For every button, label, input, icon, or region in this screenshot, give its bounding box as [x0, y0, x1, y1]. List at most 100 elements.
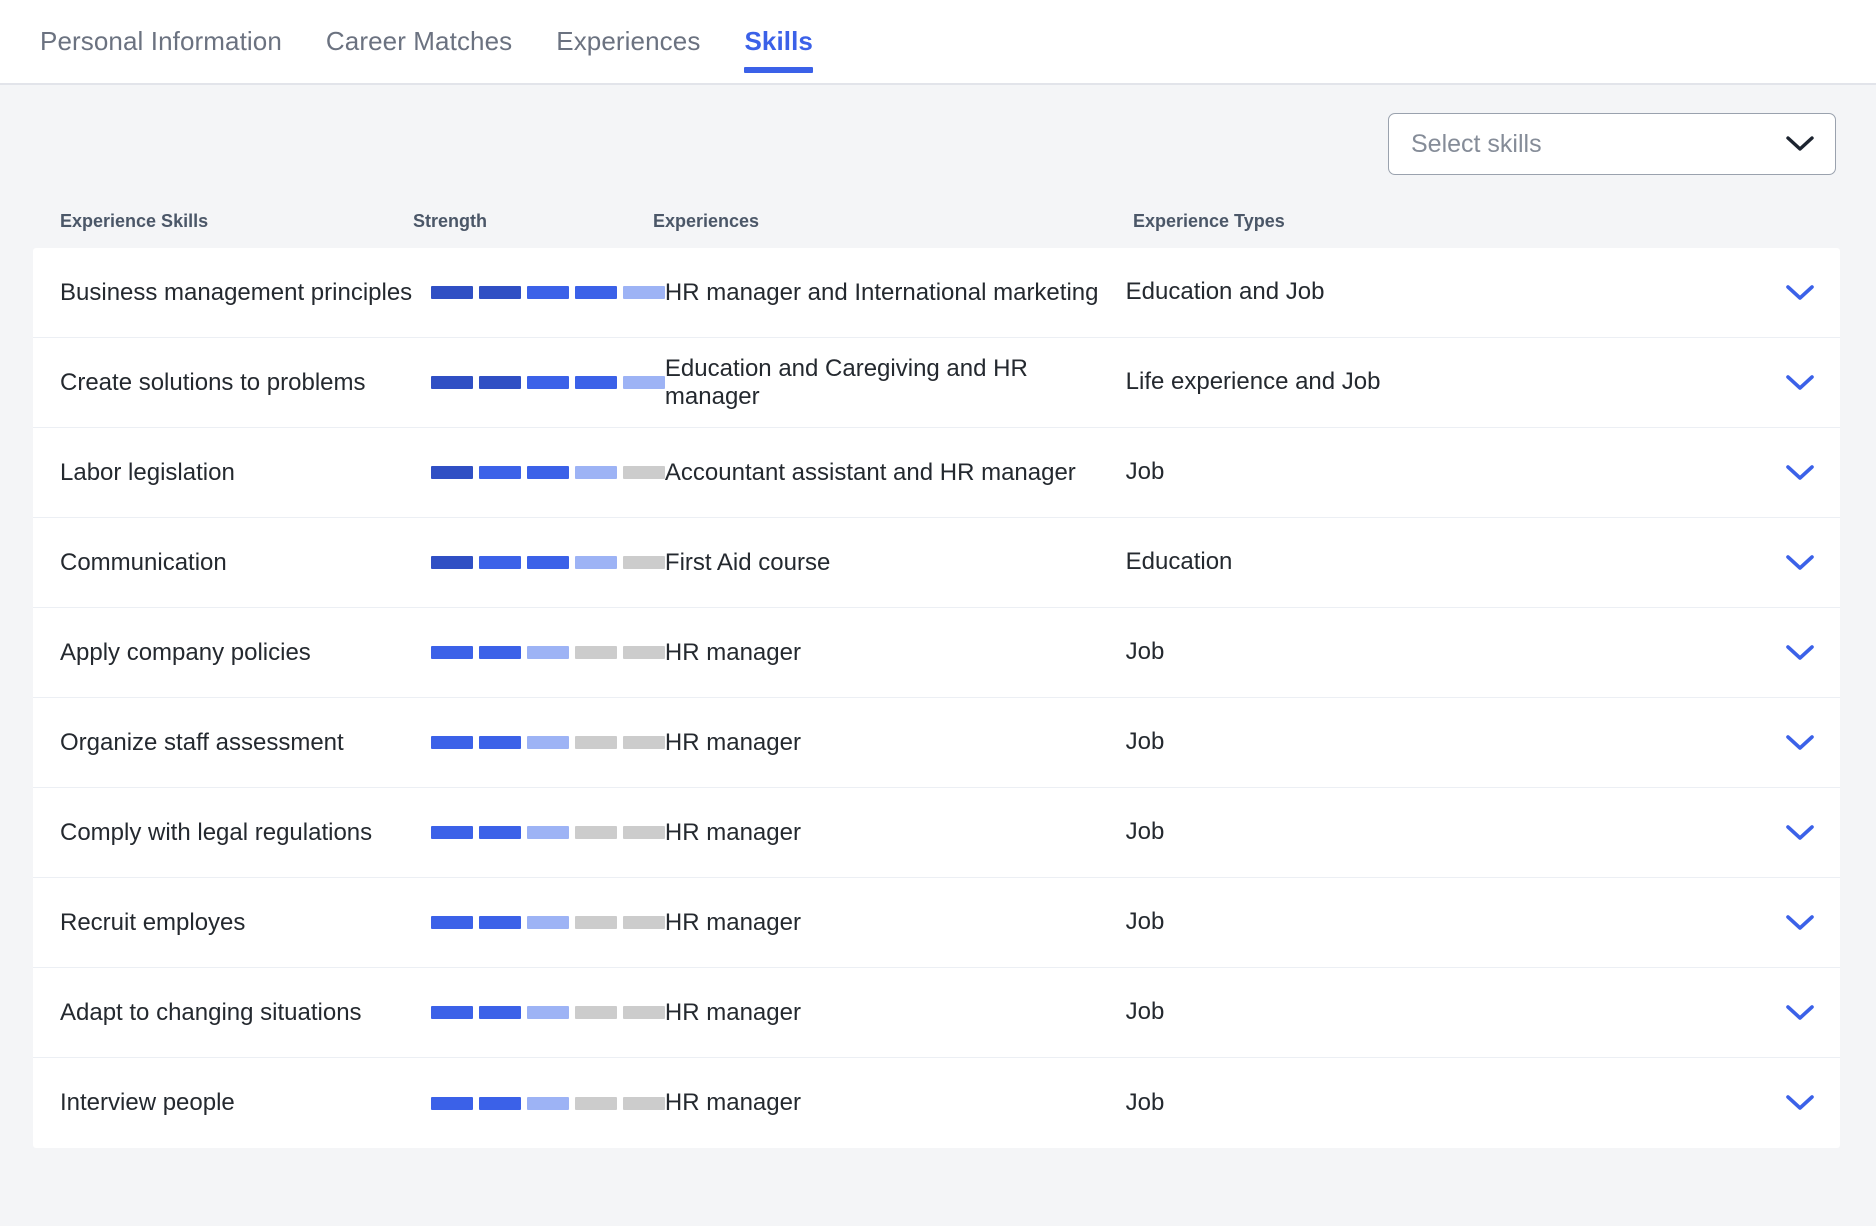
- skill-name: Adapt to changing situations: [60, 998, 362, 1026]
- strength-segment: [478, 556, 521, 569]
- table-row[interactable]: Interview people HR manager Job: [33, 1058, 1840, 1148]
- tab-label: Personal Information: [40, 26, 282, 56]
- table-row[interactable]: Apply company policies HR manager Job: [33, 608, 1840, 698]
- tab-skills[interactable]: Skills: [722, 26, 835, 83]
- strength-segment: [622, 286, 665, 299]
- table-row[interactable]: Adapt to changing situations HR manager Jo…: [33, 968, 1840, 1058]
- strength-meter: [430, 1006, 665, 1019]
- experience-type-value: Job: [1125, 818, 1165, 846]
- experiences-value: HR manager: [664, 1089, 801, 1116]
- strength-segment: [526, 1096, 569, 1110]
- skill-name: Create solutions to problems: [60, 368, 366, 396]
- main-tabbar: Personal Information Career Matches Expe…: [0, 0, 1876, 85]
- row-expand-chevron-down-icon[interactable]: [1760, 644, 1840, 662]
- strength-segment: [574, 1096, 617, 1110]
- strength-segment: [478, 736, 521, 749]
- strength-segment: [526, 826, 569, 839]
- experience-type-value: Education: [1125, 548, 1233, 576]
- skills-table: Business management principles HR manager…: [33, 248, 1840, 1148]
- tab-experiences[interactable]: Experiences: [534, 26, 722, 83]
- table-row[interactable]: Labor legislation Accountant assistant an…: [33, 428, 1840, 518]
- tab-personal-information[interactable]: Personal Information: [18, 26, 304, 83]
- strength-segment: [622, 736, 665, 749]
- experience-type-value: Education and Job: [1125, 278, 1325, 306]
- strength-segment: [574, 466, 617, 479]
- row-expand-chevron-down-icon[interactable]: [1760, 914, 1840, 932]
- skill-name: Business management principles: [60, 278, 413, 306]
- strength-segment: [430, 826, 473, 839]
- experiences-value: Accountant assistant and HR manager: [664, 458, 1076, 486]
- chevron-down-icon: [1785, 135, 1815, 153]
- experience-type-value: Job: [1125, 998, 1165, 1026]
- select-skills-dropdown[interactable]: Select skills: [1388, 113, 1836, 175]
- experience-type-value: Job: [1125, 908, 1165, 936]
- experiences-value: HR manager and International marketing: [664, 278, 1099, 306]
- strength-segment: [622, 646, 665, 659]
- strength-segment: [478, 826, 521, 839]
- strength-meter: [430, 916, 665, 929]
- strength-segment: [622, 826, 665, 839]
- table-row[interactable]: Comply with legal regulations HR manager J…: [33, 788, 1840, 878]
- strength-segment: [430, 916, 473, 929]
- strength-segment: [526, 466, 569, 479]
- row-expand-chevron-down-icon[interactable]: [1760, 374, 1840, 392]
- strength-meter: [430, 1096, 665, 1110]
- strength-meter: [430, 736, 665, 749]
- strength-segment: [574, 1006, 617, 1019]
- strength-segment: [430, 556, 473, 569]
- row-expand-chevron-down-icon[interactable]: [1760, 1004, 1840, 1022]
- strength-segment: [526, 376, 569, 389]
- experience-type-value: Job: [1125, 1088, 1165, 1116]
- row-expand-chevron-down-icon[interactable]: [1760, 1094, 1840, 1112]
- strength-segment: [622, 556, 665, 569]
- header-strength: Strength: [413, 211, 487, 231]
- strength-segment: [478, 1006, 521, 1019]
- strength-meter: [430, 376, 665, 389]
- strength-segment: [478, 376, 521, 389]
- strength-segment: [622, 376, 665, 389]
- experience-type-value: Job: [1125, 728, 1165, 756]
- strength-segment: [430, 286, 473, 299]
- skill-name: Recruit employes: [60, 908, 246, 936]
- table-column-headers: Experience Skills Strength Experiences E…: [0, 175, 1876, 248]
- strength-segment: [526, 646, 569, 659]
- strength-meter: [430, 286, 665, 299]
- table-row[interactable]: Recruit employes HR manager Job: [33, 878, 1840, 968]
- skill-name: Interview people: [60, 1089, 235, 1116]
- table-row[interactable]: Create solutions to problems Education an…: [33, 338, 1840, 428]
- row-expand-chevron-down-icon[interactable]: [1760, 554, 1840, 572]
- strength-segment: [430, 466, 473, 479]
- experiences-value: Education and Caregiving and HR manager: [664, 354, 1028, 410]
- strength-segment: [430, 376, 473, 389]
- strength-segment: [478, 916, 521, 929]
- strength-segment: [574, 916, 617, 929]
- strength-segment: [526, 736, 569, 749]
- row-expand-chevron-down-icon[interactable]: [1760, 824, 1840, 842]
- strength-segment: [478, 646, 521, 659]
- strength-segment: [526, 286, 569, 299]
- tab-career-matches[interactable]: Career Matches: [304, 26, 534, 83]
- strength-segment: [622, 1096, 665, 1110]
- tab-label: Experiences: [556, 26, 701, 56]
- row-expand-chevron-down-icon[interactable]: [1760, 734, 1840, 752]
- strength-segment: [574, 736, 617, 749]
- strength-segment: [526, 556, 569, 569]
- tab-label: Career Matches: [325, 26, 513, 56]
- strength-segment: [574, 376, 617, 389]
- experience-type-value: Job: [1125, 638, 1165, 666]
- row-expand-chevron-down-icon[interactable]: [1760, 464, 1840, 482]
- experience-type-value: Job: [1125, 458, 1165, 486]
- table-row[interactable]: Organize staff assessment HR manager Job: [33, 698, 1840, 788]
- strength-meter: [430, 826, 665, 839]
- strength-segment: [430, 736, 473, 749]
- experience-type-value: Life experience and Job: [1125, 368, 1381, 396]
- experiences-value: HR manager: [664, 998, 801, 1026]
- strength-segment: [574, 556, 617, 569]
- table-row[interactable]: Communication First Aid course Education: [33, 518, 1840, 608]
- skill-name: Labor legislation: [60, 458, 235, 486]
- select-skills-row: Select skills: [0, 85, 1876, 175]
- row-expand-chevron-down-icon[interactable]: [1760, 284, 1840, 302]
- table-row[interactable]: Business management principles HR manager…: [33, 248, 1840, 338]
- strength-segment: [430, 646, 473, 659]
- strength-segment: [478, 286, 521, 299]
